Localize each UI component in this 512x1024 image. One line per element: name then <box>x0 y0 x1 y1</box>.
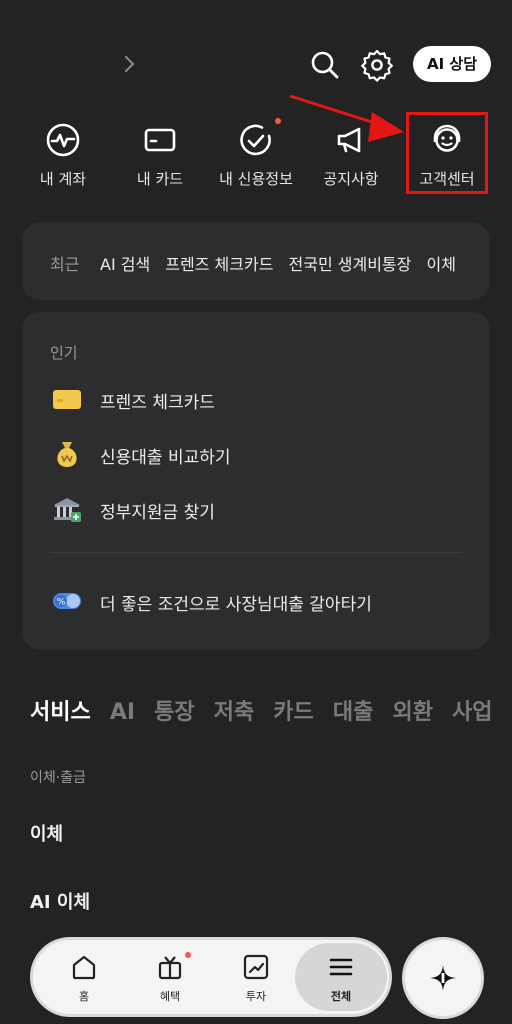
chevron-right-icon[interactable] <box>118 50 142 78</box>
percent-toggle-icon: % <box>53 593 81 609</box>
tab-service[interactable]: 서비스 <box>30 694 91 726</box>
nav-all[interactable]: 전체 <box>295 943 387 1011</box>
nav-home[interactable]: 홈 <box>41 940 127 1014</box>
notification-dot <box>185 952 191 958</box>
account-pulse-icon <box>46 123 80 157</box>
nav-label: 투자 <box>245 990 267 1003</box>
recent-chip[interactable]: 프렌즈 체크카드 <box>165 255 273 274</box>
recent-chips: AI 검색 프렌즈 체크카드 전국민 생계비통장 이체 <box>100 251 466 275</box>
quick-item-my-account[interactable]: 내 계좌 <box>18 110 108 196</box>
notification-dot <box>275 118 281 124</box>
credit-check-icon <box>240 124 271 156</box>
svg-text:%: % <box>57 598 66 608</box>
popular-item-label: 신용대출 비교하기 <box>100 448 231 468</box>
ai-consult-button[interactable]: AI 상담 <box>413 46 491 82</box>
tab-savings[interactable]: 저축 <box>214 694 254 726</box>
quick-item-label: 내 신용정보 <box>219 170 293 188</box>
search-icon[interactable] <box>308 48 342 82</box>
nav-label: 홈 <box>78 990 90 1003</box>
yellow-card-icon <box>53 390 81 409</box>
card-icon <box>144 128 176 152</box>
recent-chip[interactable]: AI 검색 <box>100 255 150 274</box>
ai-fab-button[interactable] <box>402 937 484 1019</box>
section-label: 이체·출금 <box>30 770 86 786</box>
home-icon <box>72 955 96 980</box>
top-header: AI 상담 <box>0 40 512 88</box>
menu-icon <box>329 958 353 976</box>
promo-loan-switch[interactable]: % 더 좋은 조건으로 사장님대출 갈아타기 <box>50 584 470 618</box>
gear-icon[interactable] <box>360 48 394 82</box>
sparkle-icon <box>430 965 456 991</box>
nav-benefits[interactable]: 혜택 <box>127 940 213 1014</box>
tab-account[interactable]: 통장 <box>154 694 194 726</box>
recent-chip[interactable]: 이체 <box>426 255 455 274</box>
money-bag-icon <box>57 442 77 467</box>
list-item-ai-transfer[interactable]: AI 이체 <box>30 888 90 914</box>
tab-business[interactable]: 사업 <box>452 694 492 726</box>
popular-item-label: 프렌즈 체크카드 <box>100 393 215 413</box>
highlight-box-annotation <box>406 112 488 194</box>
popular-card: 인기 프렌즈 체크카드 신용대출 비교하기 정부지원금 찾기 % 더 좋은 조건… <box>22 312 490 650</box>
quick-item-my-card[interactable]: 내 카드 <box>115 110 205 196</box>
tab-loan[interactable]: 대출 <box>333 694 373 726</box>
nav-label: 전체 <box>330 990 352 1003</box>
recent-search-card: 최근 AI 검색 프렌즈 체크카드 전국민 생계비통장 이체 <box>22 222 490 300</box>
list-item-transfer[interactable]: 이체 <box>30 820 63 846</box>
quick-item-label: 내 계좌 <box>39 170 87 188</box>
nav-invest[interactable]: 투자 <box>213 940 299 1014</box>
category-tabs: 서비스 AI 통장 저축 카드 대출 외환 사업 <box>30 694 512 728</box>
bottom-nav: 홈 혜택 투자 전체 <box>30 937 392 1017</box>
divider <box>50 552 462 553</box>
gift-tv-icon <box>158 956 182 980</box>
popular-title: 인기 <box>50 344 78 362</box>
quick-item-label: 내 카드 <box>136 170 184 188</box>
red-arrow-annotation <box>289 94 404 142</box>
tab-card[interactable]: 카드 <box>273 694 313 726</box>
popular-item-friends-check-card[interactable]: 프렌즈 체크카드 <box>50 382 470 416</box>
government-building-icon <box>54 498 81 522</box>
promo-label: 더 좋은 조건으로 사장님대출 갈아타기 <box>100 595 372 615</box>
popular-item-government-support[interactable]: 정부지원금 찾기 <box>50 492 470 526</box>
tab-foreign-exchange[interactable]: 외환 <box>392 694 432 726</box>
popular-item-label: 정부지원금 찾기 <box>100 503 215 523</box>
chart-up-icon <box>243 954 269 980</box>
tab-ai[interactable]: AI <box>110 700 135 725</box>
recent-title: 최근 <box>50 255 80 274</box>
quick-item-label: 공지사항 <box>323 170 379 188</box>
recent-chip[interactable]: 전국민 생계비통장 <box>289 255 412 274</box>
nav-label: 혜택 <box>159 990 181 1003</box>
popular-item-credit-loan-compare[interactable]: 신용대출 비교하기 <box>50 437 470 471</box>
screen: AI 상담 내 계좌 내 카드 내 신용정보 공지사항 고객센터 최근 AI 검… <box>0 0 512 1024</box>
